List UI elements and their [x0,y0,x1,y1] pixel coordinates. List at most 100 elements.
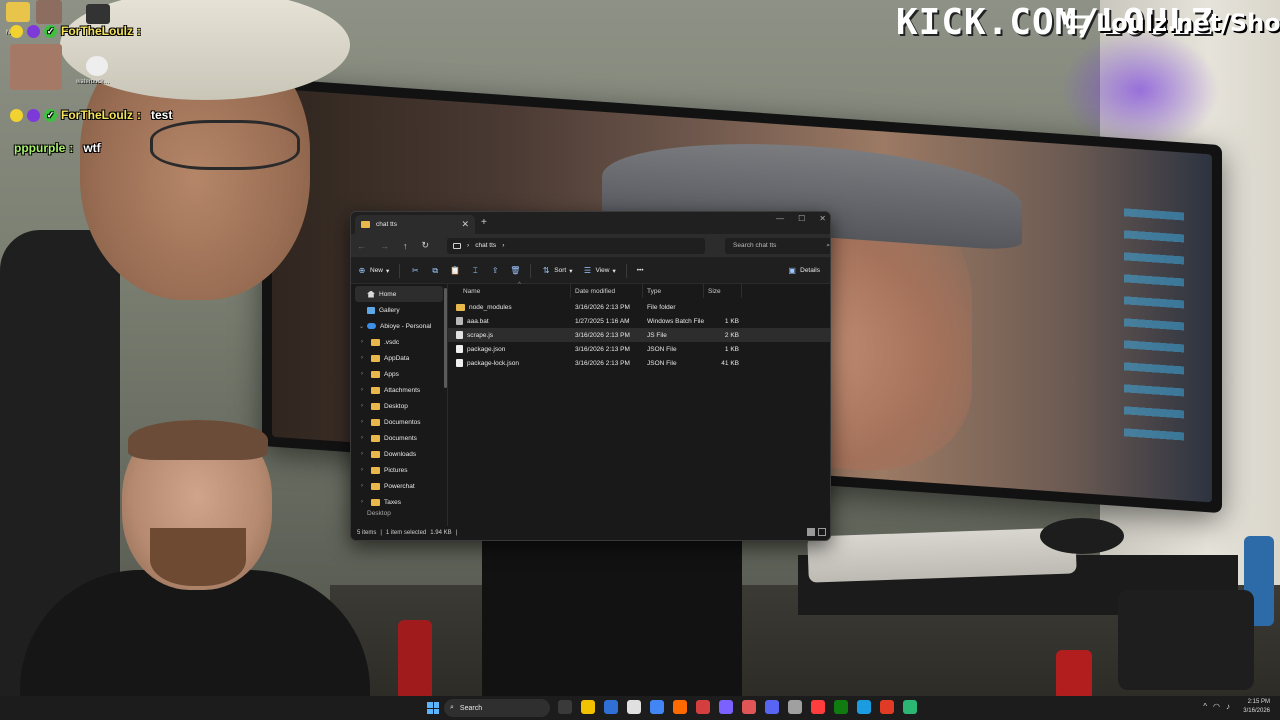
nav-gallery[interactable]: Gallery [351,302,447,318]
sort-label: Sort [554,267,567,274]
folder-icon [371,338,380,346]
pinned-app-icon[interactable] [650,700,664,714]
clock[interactable]: 2:15 PM 3/16/2026 [1243,698,1270,716]
window-controls: — ☐ ✕ [776,214,826,223]
new-tab-button[interactable]: + [481,217,487,228]
nav-desktop-partial[interactable]: Desktop [351,510,447,518]
verified-badge-icon: ✓ [44,108,57,122]
chevron-right-icon: › [361,435,363,441]
pinned-app-icon[interactable] [811,700,825,714]
copy-icon[interactable]: ⧉ [430,266,440,276]
delete-icon[interactable]: 🗑 [510,266,520,276]
emote [86,56,108,76]
nav-folder[interactable]: › Downloads [351,446,447,462]
close-window-icon[interactable]: ✕ [819,214,826,223]
file-type: JSON File [647,345,677,353]
pinned-app-icon[interactable] [719,700,733,714]
nav-folder[interactable]: › Powerchat [351,478,447,494]
file-row-selected[interactable]: scrape.js 3/16/2026 2:13 PM JS File 2 KB [448,328,830,342]
file-size: 1 KB [724,317,739,325]
nav-folder[interactable]: › Documentos [351,414,447,430]
details-view-icon[interactable] [807,528,815,536]
rename-icon[interactable]: ⌶ [470,266,480,276]
back-icon[interactable]: ← [357,241,366,251]
paste-icon[interactable]: 📋 [450,266,460,276]
taskbar-search[interactable]: ⌕ Search [444,699,550,717]
nav-label: .vsdc [384,338,400,346]
json-file-icon [456,359,463,367]
column-size[interactable]: Size [704,284,742,298]
monitor-stand [482,540,742,700]
pinned-app-icon[interactable] [604,700,618,714]
chat-username: pppurple [14,141,66,155]
new-button[interactable]: ⊕ New ▾ [357,266,390,276]
pinned-app-icon[interactable] [788,700,802,714]
pinned-app-icon[interactable] [627,700,641,714]
file-row[interactable]: package-lock.json 3/16/2026 2:13 PM JSON… [448,356,830,370]
nav-label: Gallery [379,306,400,314]
nav-folder[interactable]: › Pictures [351,462,447,478]
gallery-icon [367,306,375,314]
file-size: 2 KB [724,331,739,339]
pinned-app-icon[interactable] [581,700,595,714]
monitor-desktop-icons [1124,208,1184,453]
chat-text: test [151,108,173,122]
chevron-right-icon: › [361,451,363,457]
column-date-modified[interactable]: Date modified [571,284,643,298]
nav-folder[interactable]: › .vsdc [351,334,447,350]
more-button[interactable]: ••• [637,267,644,274]
folder-icon [371,418,380,426]
nav-scrollbar[interactable] [444,288,447,388]
cut-icon[interactable]: ✂ [410,266,420,276]
breadcrumb-item[interactable]: chat tts [475,242,496,249]
column-name[interactable]: Name [448,284,571,298]
pinned-app-icon[interactable] [903,700,917,714]
pinned-apps [558,700,917,714]
nav-onedrive[interactable]: ⌄ Abioye - Personal [351,318,447,334]
nav-folder[interactable]: › AppData [351,350,447,366]
file-row[interactable]: node_modules 3/16/2026 2:13 PM File fold… [448,300,830,314]
up-icon[interactable]: ↑ [403,241,408,251]
sort-button[interactable]: ⇅ Sort ▾ [541,266,573,276]
home-icon [367,290,375,298]
chevron-up-icon[interactable]: ^ [1203,702,1207,711]
nav-folder[interactable]: › Desktop [351,398,447,414]
plus-circle-icon: ⊕ [358,266,366,275]
pinned-app-icon[interactable] [857,700,871,714]
close-tab-icon[interactable]: ✕ [461,219,469,230]
refresh-icon[interactable]: ↻ [422,240,430,251]
wifi-icon[interactable]: ◠ [1213,702,1220,711]
nav-folder[interactable]: › Documents [351,430,447,446]
file-row[interactable]: aaa.bat 1/27/2025 1:16 AM Windows Batch … [448,314,830,328]
nav-folder[interactable]: › Taxes [351,494,447,510]
pinned-app-icon[interactable] [880,700,894,714]
pinned-app-icon[interactable] [673,700,687,714]
maximize-icon[interactable]: ☐ [798,214,805,223]
windows-start-icon[interactable] [427,702,439,714]
address-field[interactable]: › chat tts › [447,237,706,254]
details-button[interactable]: ▣ Details [787,265,820,275]
nav-label: Desktop [367,510,391,517]
nav-label: Powerchat [384,482,415,490]
pinned-app-icon[interactable] [742,700,756,714]
minimize-icon[interactable]: — [776,214,784,223]
drink-can [1056,650,1092,700]
nav-home[interactable]: Home [355,286,443,302]
forward-icon[interactable]: → [380,241,389,251]
file-row[interactable]: package.json 3/16/2026 2:13 PM JSON File… [448,342,830,356]
column-type[interactable]: Type [643,284,704,298]
tiles-view-icon[interactable] [818,528,826,536]
file-list: ^ Name Date modified Type Size node_modu… [448,282,830,526]
nav-folder[interactable]: › Apps [351,366,447,382]
pinned-app-icon[interactable] [834,700,848,714]
volume-icon[interactable]: ♪ [1226,702,1230,711]
search-input[interactable]: Search chat tts ⌕ [725,237,830,254]
tab-chat-tts[interactable]: chat tts ✕ [355,215,475,234]
pinned-app-icon[interactable] [696,700,710,714]
nav-folder[interactable]: › Attachments [351,382,447,398]
share-icon[interactable]: ⇪ [490,266,500,276]
nav-label: Taxes [384,498,401,506]
pinned-app-icon[interactable] [765,700,779,714]
view-button[interactable]: ☰ View ▾ [582,266,616,276]
pinned-app-icon[interactable] [558,700,572,714]
